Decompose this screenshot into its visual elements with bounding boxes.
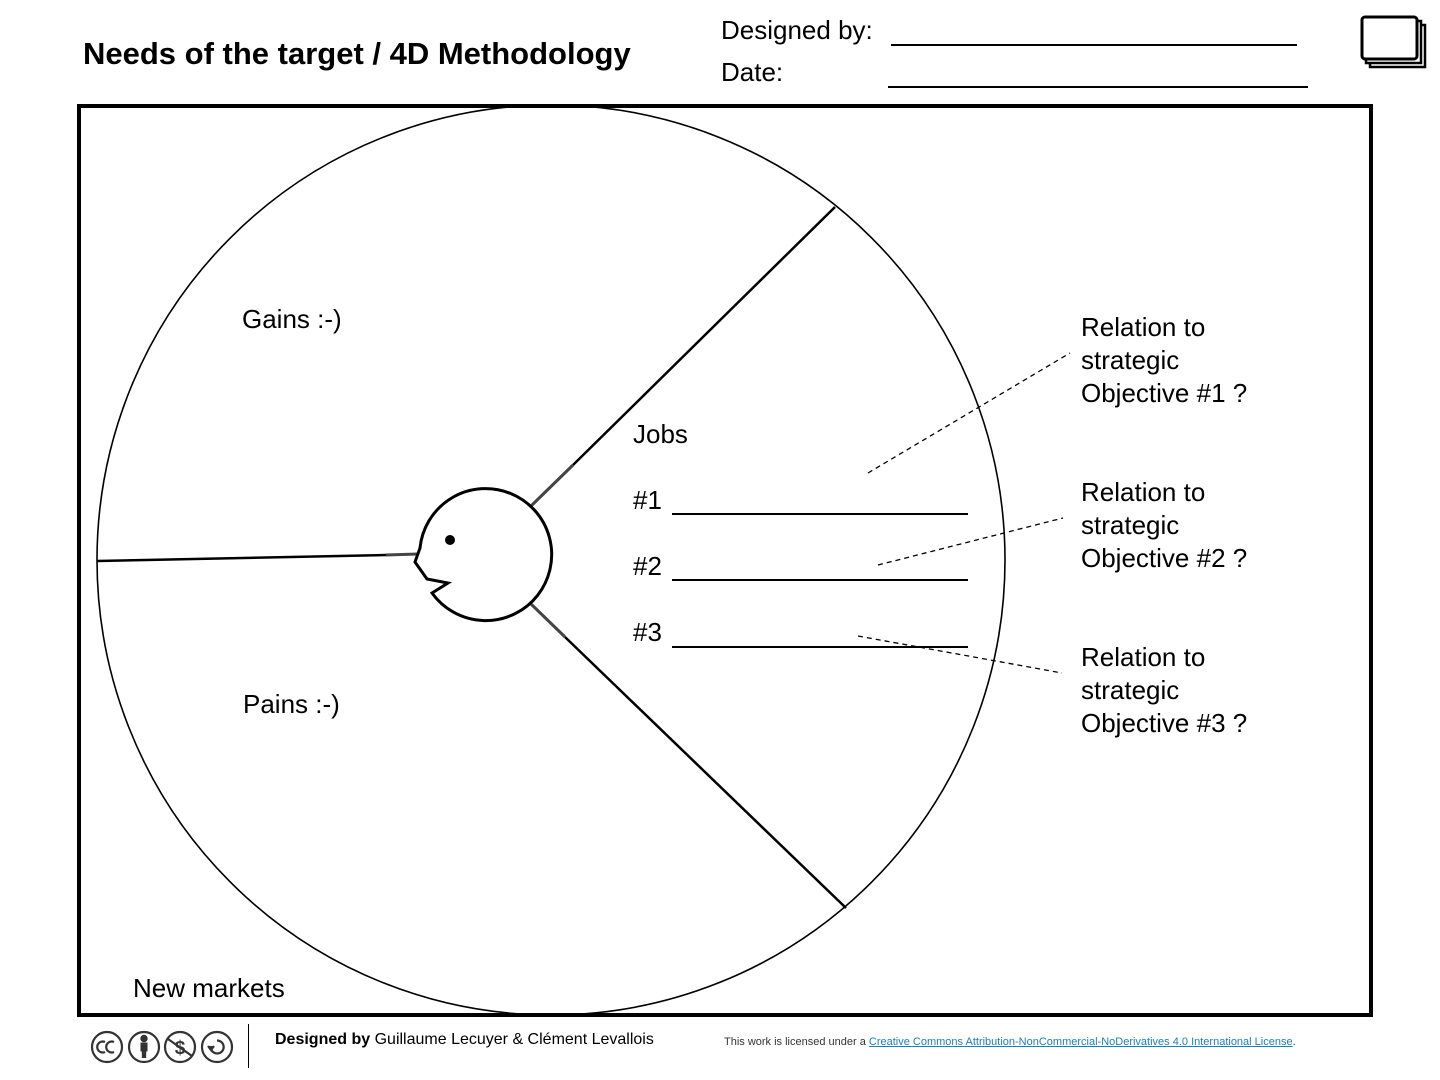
license-prefix: This work is licensed under a [724, 1036, 869, 1048]
relation-1-line-1: Relation to [1081, 312, 1206, 342]
relation-3-line-2: strategic [1081, 675, 1180, 705]
relation-objective-1: Relation to strategic Objective #1 ? [1081, 311, 1247, 410]
credit-line: Designed by Guillaume Lecuyer & Clément … [275, 1031, 654, 1049]
license-link[interactable]: Creative Commons Attribution-NonCommerci… [869, 1036, 1293, 1048]
relation-3-line-3: Objective #3 ? [1081, 708, 1248, 738]
footer-divider [248, 1024, 249, 1068]
job-3-label: #3 [633, 617, 662, 647]
license-badges[interactable]: $ [90, 1029, 235, 1065]
relation-1-connector [867, 352, 1071, 474]
license-suffix: . [1292, 1036, 1296, 1048]
divider-top-connector [529, 463, 575, 508]
gains-label: Gains :-) [242, 304, 342, 334]
divider-bottom-connector [529, 602, 567, 639]
job-2-label: #2 [633, 551, 662, 581]
relation-3-connector [857, 635, 1063, 674]
relation-3-line-1: Relation to [1081, 642, 1206, 672]
pains-label: Pains :-) [243, 689, 340, 719]
new-markets-label: New markets [133, 973, 285, 1003]
license-text: This work is licensed under a Creative C… [724, 1036, 1296, 1048]
relation-2-connector [877, 517, 1064, 566]
credit-authors: Guillaume Lecuyer & Clément Levallois [374, 1031, 654, 1048]
relation-objective-2: Relation to strategic Objective #2 ? [1081, 476, 1247, 575]
divider-left-connector [385, 552, 419, 557]
cc-icon [90, 1030, 124, 1064]
credit-prefix: Designed by [275, 1031, 371, 1048]
customer-face-icon [413, 487, 554, 623]
relation-2-line-1: Relation to [1081, 477, 1206, 507]
divider-left [96, 553, 387, 563]
relation-1-line-3: Objective #1 ? [1081, 378, 1248, 408]
relation-objective-3: Relation to strategic Objective #3 ? [1081, 641, 1247, 740]
relation-2-line-3: Objective #2 ? [1081, 543, 1248, 573]
nd-icon [200, 1030, 234, 1064]
relation-2-line-2: strategic [1081, 510, 1180, 540]
nc-icon: $ [163, 1030, 197, 1064]
by-icon [127, 1030, 161, 1064]
jobs-label: Jobs [633, 419, 688, 449]
relation-1-line-2: strategic [1081, 345, 1180, 375]
job-1-label: #1 [633, 485, 662, 515]
divider-bottom [564, 636, 847, 909]
divider-top [572, 206, 836, 466]
